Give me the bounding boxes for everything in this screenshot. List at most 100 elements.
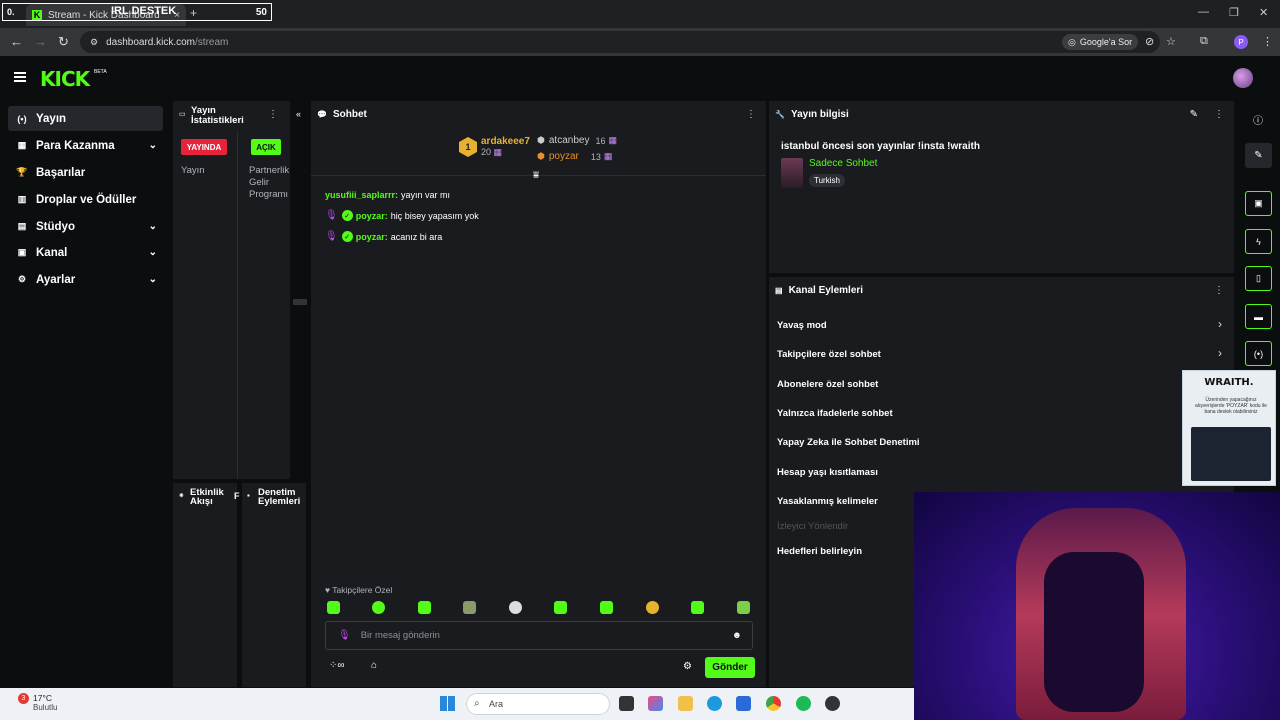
action-subscribers-only[interactable]: Abonelere özel sohbet [777, 379, 878, 390]
money-icon: ▦ [17, 140, 27, 150]
document-icon[interactable]: ▯ [1245, 266, 1272, 291]
collapse-arrow-icon[interactable]: « [296, 109, 301, 119]
top-gifter-2[interactable]: ⬢ atcanbey 16 ▦ [537, 135, 617, 146]
action-raid[interactable]: İzleyici Yönlendir [777, 521, 848, 532]
emote-6[interactable] [554, 601, 567, 614]
browser-profile-avatar[interactable]: P [1234, 35, 1248, 49]
kebab-menu-icon[interactable]: ⋮ [1214, 285, 1224, 296]
info-icon[interactable]: ⓘ [1253, 112, 1263, 127]
action-ai-moderation[interactable]: Yapay Zeka ile Sohbet Denetimi [777, 437, 920, 448]
emote-5[interactable] [509, 601, 522, 614]
chat-message-input[interactable]: 🎙 Bir mesaj gönderin ☻ [325, 621, 753, 650]
action-banned-words[interactable]: Yasaklanmış kelimeler [777, 496, 878, 507]
expand-icon[interactable]: ⩸ [533, 170, 539, 181]
chat-text: hiç bisey yapasım yok [390, 210, 479, 221]
hamburger-menu-icon[interactable] [14, 72, 26, 82]
action-set-goals[interactable]: Hedefleri belirleyin [777, 546, 862, 557]
action-followers-only[interactable]: Takipçilere özel sohbet [777, 349, 881, 360]
windows-start-icon[interactable] [440, 696, 455, 711]
chevron-right-icon[interactable]: › [1218, 346, 1222, 360]
emote-3[interactable] [418, 601, 431, 614]
send-button[interactable]: Gönder [705, 657, 755, 678]
taskbar-search-input[interactable]: ⌕ Ara [466, 693, 610, 715]
kick-logo[interactable]: KICK [40, 67, 90, 91]
sidebar-item-yayin[interactable]: (•) Yayın [8, 106, 163, 131]
emote-1[interactable] [327, 601, 340, 614]
action-slow-mode[interactable]: Yavaş mod [777, 320, 827, 331]
sidebar-item-basarilar[interactable]: 🏆 Başarılar [8, 160, 163, 185]
emote-2[interactable] [372, 601, 385, 614]
users-infinity-icon[interactable]: ⁘∞ [329, 660, 345, 671]
chat-text: acanız bi ara [390, 231, 443, 242]
chat-username[interactable]: yusufiii_saplarrr: [325, 190, 398, 200]
sidebar-item-para-kazanma[interactable]: ▦ Para Kazanma ⌄ [8, 133, 163, 158]
kebab-menu-icon[interactable]: ⋮ [1214, 109, 1224, 120]
panel-title: Etkinlik Akışı [190, 488, 224, 507]
browser-menu-icon[interactable]: ⋮ [1262, 35, 1273, 48]
copilot-icon[interactable] [648, 696, 663, 711]
resize-handle[interactable] [293, 299, 307, 305]
edit-pencil-button[interactable]: ✎ [1245, 143, 1272, 168]
extensions-icon[interactable]: ⧉ [1200, 35, 1208, 48]
eye-slash-icon[interactable]: ⊘ [1145, 35, 1154, 48]
stats-icon: ▭ [179, 111, 186, 118]
emote-10[interactable] [737, 601, 750, 614]
kebab-menu-icon[interactable]: ⋮ [746, 109, 756, 120]
chat-panel: 💬 Sohbet ⋮ 1 ardakeee7 20 ▦ ⬢ atcanbey 1… [311, 101, 766, 687]
top-gifter-1[interactable]: 1 ardakeee7 20 ▦ [459, 136, 530, 158]
url-input[interactable]: ⚙ dashboard.kick.com/stream [80, 31, 1160, 53]
kebab-menu-icon[interactable]: ⋮ [268, 109, 278, 120]
microphone-icon[interactable]: 🎙 [338, 630, 351, 641]
store-icon[interactable]: ⌂ [371, 660, 377, 671]
microphone-icon: 🎙 [325, 210, 338, 221]
google-ask-button[interactable]: ◎ Google'a Sor [1062, 34, 1139, 50]
emote-7[interactable] [600, 601, 613, 614]
scene-icon[interactable]: ▣ [1245, 191, 1272, 216]
activity-icon: ⁕ [178, 491, 185, 500]
action-emote-only[interactable]: Yalnızca ifadelerle sohbet [777, 408, 893, 419]
edit-pencil-icon[interactable]: ✎ [1190, 109, 1198, 120]
store-icon[interactable] [736, 696, 751, 711]
sidebar-item-label: Droplar ve Ödüller [36, 193, 137, 206]
emote-9[interactable] [691, 601, 704, 614]
stream-overlay-box: 0. IRL DESTEK 50 [2, 3, 272, 21]
sidebar-item-studyo[interactable]: ▤ Stüdyo ⌄ [8, 214, 163, 239]
chat-header: 💬 Sohbet [311, 101, 766, 127]
site-settings-icon[interactable]: ⚙ [90, 37, 98, 48]
chat-username[interactable]: poyzar: [356, 232, 388, 242]
sidebar-item-kanal[interactable]: ▣ Kanal ⌄ [8, 240, 163, 265]
weather-widget[interactable]: 3 17°C Bulutlu [18, 693, 57, 712]
category-link[interactable]: Sadece Sohbet [809, 158, 877, 169]
chrome-icon[interactable] [766, 696, 781, 711]
sidebar-item-ayarlar[interactable]: ⚙ Ayarlar ⌄ [8, 267, 163, 292]
chat-icon[interactable]: ▬ [1245, 304, 1272, 329]
emoji-icon[interactable]: ☻ [732, 630, 742, 641]
gifter-count: 20 ▦ [481, 147, 530, 158]
broadcast-icon[interactable]: (•) [1245, 341, 1272, 366]
user-avatar[interactable] [1233, 68, 1253, 88]
back-arrow-icon[interactable]: ← [10, 34, 23, 49]
bookmark-star-icon[interactable]: ☆ [1166, 35, 1176, 48]
reload-icon[interactable]: ↻ [58, 34, 69, 50]
lightning-icon[interactable]: ϟ [1245, 229, 1272, 254]
spotify-icon[interactable] [796, 696, 811, 711]
emote-4[interactable] [463, 601, 476, 614]
chevron-right-icon[interactable]: › [1218, 317, 1222, 331]
sidebar-item-droplar[interactable]: ▥ Droplar ve Ödüller [8, 187, 163, 212]
sidebar-item-label: Ayarlar [36, 273, 76, 286]
task-view-icon[interactable] [619, 696, 634, 711]
minimize-icon[interactable]: — [1198, 6, 1209, 18]
edge-icon[interactable] [707, 696, 722, 711]
chat-settings-icon[interactable]: ⚙ [683, 661, 692, 672]
top-gifter-3[interactable]: ⬢ poyzar 13 ▦ [537, 151, 612, 162]
forward-arrow-icon[interactable]: → [34, 34, 47, 49]
action-account-age[interactable]: Hesap yaşı kısıtlaması [777, 467, 878, 478]
window-close-icon[interactable]: ✕ [1259, 6, 1268, 19]
file-explorer-icon[interactable] [678, 696, 693, 711]
emote-8[interactable] [646, 601, 659, 614]
app-icon[interactable] [825, 696, 840, 711]
maximize-icon[interactable]: ❐ [1229, 6, 1239, 19]
stat-label-line: Partnerlik [249, 165, 290, 176]
chat-username[interactable]: poyzar: [356, 211, 388, 221]
gear-icon: ⚙ [17, 274, 27, 284]
